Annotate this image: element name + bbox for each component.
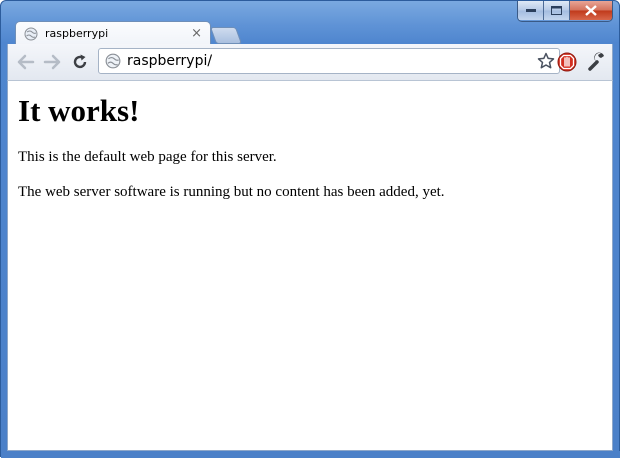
tab-close-button[interactable]: × <box>191 27 202 40</box>
address-bar[interactable]: raspberrypi/ <box>98 48 560 74</box>
forward-arrow-icon <box>43 54 61 70</box>
stop-icon <box>557 52 577 72</box>
close-window-button[interactable] <box>570 1 612 20</box>
bookmark-star-button[interactable] <box>537 52 555 70</box>
star-icon <box>537 52 555 69</box>
new-tab-button[interactable] <box>209 27 243 44</box>
toolbar: raspberrypi/ <box>7 44 613 80</box>
paragraph-server-running: The web server software is running but n… <box>18 184 445 200</box>
paragraph-default-page: This is the default web page for this se… <box>18 149 277 165</box>
forward-button[interactable] <box>42 52 62 72</box>
globe-icon <box>24 27 38 40</box>
reload-icon <box>73 54 87 69</box>
wrench-icon <box>588 52 604 71</box>
maximize-button[interactable] <box>544 1 570 20</box>
back-arrow-icon <box>17 54 35 70</box>
extension-button[interactable] <box>556 51 578 73</box>
close-icon <box>585 5 597 16</box>
minimize-icon <box>525 8 536 12</box>
maximize-icon <box>551 6 562 15</box>
window-controls <box>517 1 613 22</box>
page-heading: It works! <box>18 93 140 128</box>
browser-window: raspberrypi × raspberrypi/ It works! Thi… <box>0 0 620 458</box>
page-content: It works! This is the default web page f… <box>7 80 613 451</box>
tab-raspberrypi[interactable]: raspberrypi × <box>15 21 211 45</box>
reload-button[interactable] <box>70 52 90 72</box>
menu-button[interactable] <box>586 51 608 73</box>
globe-icon <box>105 53 121 69</box>
tab-title: raspberrypi <box>45 27 109 40</box>
minimize-button[interactable] <box>518 1 544 20</box>
back-button[interactable] <box>16 52 36 72</box>
url-text[interactable]: raspberrypi/ <box>127 53 537 69</box>
